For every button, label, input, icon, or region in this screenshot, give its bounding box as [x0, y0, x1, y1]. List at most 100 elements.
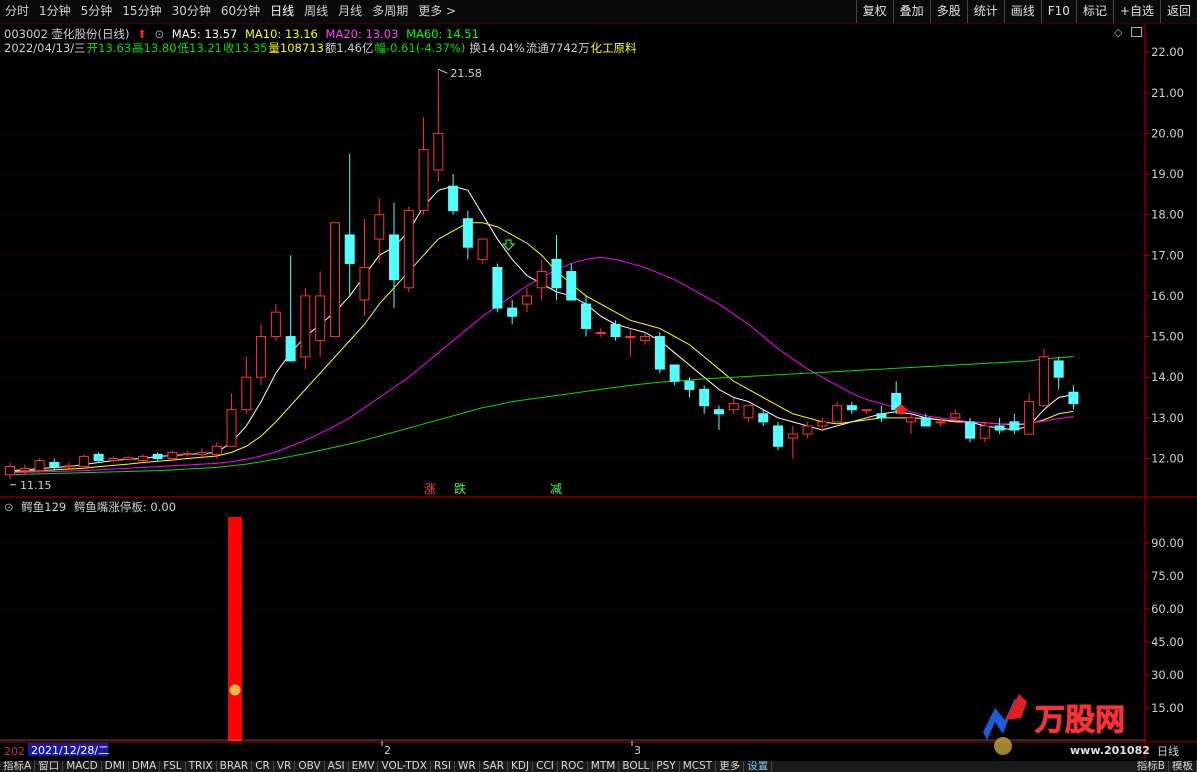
candle-body[interactable]: [965, 421, 976, 439]
indicator-tab-14[interactable]: RSI: [431, 761, 455, 772]
candle-body[interactable]: [182, 453, 193, 456]
candle-body[interactable]: [861, 409, 872, 412]
candle-body[interactable]: [123, 457, 134, 460]
candle-body[interactable]: [329, 222, 340, 338]
indicator-tab-5[interactable]: FSL: [160, 761, 186, 772]
candle-body[interactable]: [935, 421, 946, 424]
candle-body[interactable]: [344, 234, 355, 264]
candle-body[interactable]: [581, 303, 592, 329]
indicator-tab-15[interactable]: WR: [455, 761, 480, 772]
candle-body[interactable]: [758, 413, 769, 423]
candle-body[interactable]: [477, 238, 488, 260]
candle-body[interactable]: [433, 132, 444, 171]
candle-body[interactable]: [403, 210, 414, 289]
candle-body[interactable]: [713, 409, 724, 415]
candle-body[interactable]: [256, 336, 267, 378]
candle-body[interactable]: [108, 457, 119, 461]
candle-body[interactable]: [492, 266, 503, 309]
candle-body[interactable]: [640, 336, 651, 342]
candle-body[interactable]: [211, 445, 222, 455]
candle-body[interactable]: [1068, 391, 1079, 405]
chevron-down-icon[interactable]: ⊙: [154, 27, 164, 41]
candle-body[interactable]: [359, 266, 370, 301]
candle-body[interactable]: [1009, 421, 1020, 431]
candle-body[interactable]: [817, 421, 828, 427]
indicator-tab-4[interactable]: DMA: [129, 761, 161, 772]
candle-body[interactable]: [595, 331, 606, 334]
candle-body[interactable]: [285, 336, 296, 362]
candle-body[interactable]: [684, 380, 695, 390]
candle-body[interactable]: [34, 459, 45, 472]
candle-body[interactable]: [270, 311, 281, 338]
indicator-tab-0[interactable]: 指标A: [0, 761, 36, 772]
indicator-tab-23[interactable]: MCST: [680, 761, 717, 772]
candle-body[interactable]: [197, 451, 208, 455]
candle-body[interactable]: [448, 185, 459, 212]
indicator-tab-16[interactable]: SAR: [480, 761, 509, 772]
candle-body[interactable]: [93, 453, 104, 461]
indicator-tab-18[interactable]: CCI: [533, 761, 558, 772]
candle-body[interactable]: [920, 417, 931, 427]
candle-body[interactable]: [462, 218, 473, 248]
candle-body[interactable]: [950, 413, 961, 419]
candle-body[interactable]: [1038, 356, 1049, 407]
indicator-tab-11[interactable]: ASI: [325, 761, 349, 772]
candle-body[interactable]: [743, 405, 754, 419]
diamond-icon[interactable]: ◇: [1114, 26, 1122, 39]
indicator-tab-2[interactable]: MACD: [63, 761, 102, 772]
candle-body[interactable]: [78, 455, 89, 468]
candle-body[interactable]: [137, 455, 148, 461]
window-icon[interactable]: [1131, 27, 1142, 37]
candle-body[interactable]: [979, 425, 990, 439]
candle-body[interactable]: [994, 425, 1005, 431]
indicator-tab-21[interactable]: BOLL: [619, 761, 654, 772]
indicator-tab-9[interactable]: VR: [274, 761, 296, 772]
candle-body[interactable]: [226, 409, 237, 447]
indicator-tab-25[interactable]: 设置: [744, 761, 773, 772]
candle-body[interactable]: [315, 295, 326, 342]
candle-body[interactable]: [802, 425, 813, 435]
candle-body[interactable]: [1053, 360, 1064, 378]
candle-body[interactable]: [536, 271, 547, 289]
indicator-tab-17[interactable]: KDJ: [508, 761, 534, 772]
indicator-tab-12[interactable]: EMV: [349, 761, 379, 772]
indicator-tab-13[interactable]: VOL-TDX: [378, 761, 431, 772]
candle-body[interactable]: [610, 323, 621, 338]
indicator-tab-6[interactable]: TRIX: [186, 761, 217, 772]
indicator-tab-8[interactable]: CR: [252, 761, 274, 772]
indicator-tab-right-1[interactable]: 模板: [1169, 761, 1197, 772]
candle-body[interactable]: [787, 433, 798, 439]
candle-body[interactable]: [699, 388, 710, 407]
candle-body[interactable]: [566, 271, 577, 301]
indicator-tab-22[interactable]: PSY: [653, 761, 680, 772]
candle-body[interactable]: [418, 149, 429, 212]
candle-body[interactable]: [846, 405, 857, 411]
chevron-down-icon[interactable]: ⊙: [4, 500, 14, 514]
candle-body[interactable]: [876, 413, 887, 419]
kline-chart[interactable]: 22.00 21.00 20.00 19.00 18.00 17.00 16.00 15.00…: [0, 0, 1197, 772]
candle-body[interactable]: [654, 336, 665, 370]
candle-body[interactable]: [1024, 401, 1035, 435]
indicator-bar[interactable]: [228, 517, 242, 741]
indicator-tab-24[interactable]: 更多: [716, 761, 745, 772]
indicator-tab-right-0[interactable]: 指标B: [1134, 761, 1169, 772]
candle-body[interactable]: [551, 258, 562, 289]
candle-body[interactable]: [241, 376, 252, 411]
indicator-tab-3[interactable]: DMI: [102, 761, 129, 772]
candle-body[interactable]: [19, 468, 30, 472]
candle-body[interactable]: [152, 453, 163, 459]
candle-body[interactable]: [5, 466, 15, 476]
candle-body[interactable]: [167, 451, 178, 459]
candle-body[interactable]: [669, 364, 680, 382]
indicator-tab-10[interactable]: OBV: [295, 761, 325, 772]
candle-body[interactable]: [507, 307, 518, 317]
candle-body[interactable]: [728, 403, 739, 411]
candle-body[interactable]: [773, 425, 784, 447]
candle-body[interactable]: [49, 462, 60, 468]
candle-body[interactable]: [300, 295, 311, 358]
indicator-tab-20[interactable]: MTM: [588, 761, 620, 772]
candle-body[interactable]: [64, 465, 75, 468]
candle-body[interactable]: [625, 336, 636, 339]
candle-body[interactable]: [905, 417, 916, 423]
candle-body[interactable]: [832, 405, 843, 423]
